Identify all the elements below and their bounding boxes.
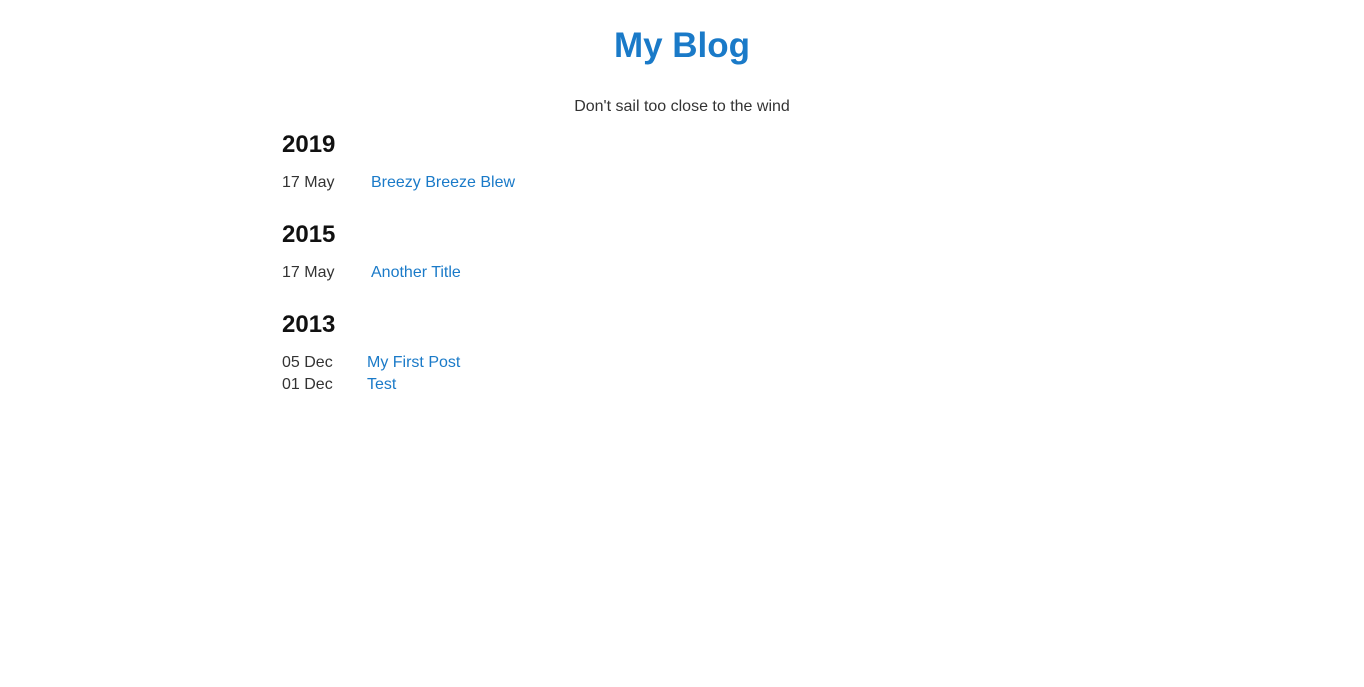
year-group-2013: 2013 05 Dec My First Post 01 Dec Test: [282, 308, 1082, 396]
post-date: 01 Dec: [282, 376, 333, 393]
post-date: 17 May: [282, 174, 335, 191]
post-link[interactable]: Test: [367, 374, 396, 396]
post-item: 01 Dec Test: [282, 374, 1082, 396]
site-title-link[interactable]: My Blog: [614, 26, 750, 66]
post-item: 17 May Breezy Breeze Blew: [282, 172, 1082, 194]
year-group-2015: 2015 17 May Another Title: [282, 218, 1082, 284]
year-heading: 2019: [282, 131, 336, 158]
year-heading: 2013: [282, 311, 336, 338]
post-list: 05 Dec My First Post 01 Dec Test: [282, 352, 1082, 396]
post-link[interactable]: My First Post: [367, 352, 460, 374]
post-link[interactable]: Breezy Breeze Blew: [371, 172, 515, 194]
post-link[interactable]: Another Title: [371, 262, 461, 284]
post-list: 17 May Another Title: [282, 262, 1082, 284]
site-tagline: Don't sail too close to the wind: [574, 98, 790, 115]
post-item: 05 Dec My First Post: [282, 352, 1082, 374]
year-heading: 2015: [282, 221, 336, 248]
site-header: My Blog Don't sail too close to the wind: [0, 0, 1364, 117]
post-list: 17 May Breezy Breeze Blew: [282, 172, 1082, 194]
post-date: 17 May: [282, 264, 335, 281]
post-date: 05 Dec: [282, 354, 333, 371]
post-archive: 2019 17 May Breezy Breeze Blew 2015 17 M…: [282, 128, 1082, 420]
post-item: 17 May Another Title: [282, 262, 1082, 284]
year-group-2019: 2019 17 May Breezy Breeze Blew: [282, 128, 1082, 194]
